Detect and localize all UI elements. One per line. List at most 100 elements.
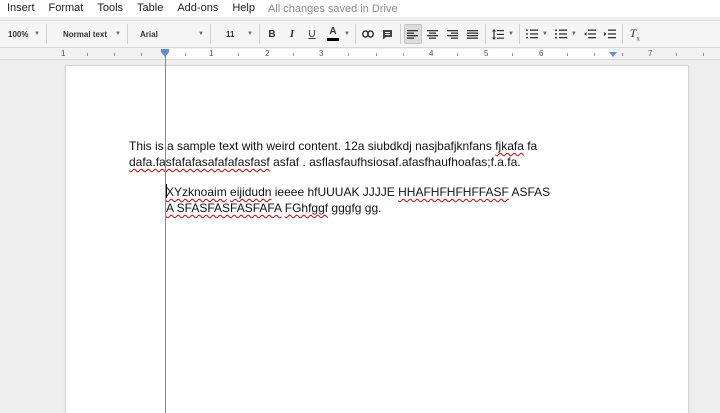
- bold-button[interactable]: B: [263, 24, 281, 44]
- ruler-number: 5: [484, 49, 489, 58]
- misspelled-word[interactable]: FGhfggf: [285, 201, 328, 215]
- text-cursor: [166, 184, 167, 198]
- separator: [354, 24, 356, 44]
- increase-indent-button[interactable]: [601, 24, 619, 44]
- misspelled-word[interactable]: XYzknoaim: [166, 185, 227, 199]
- paragraph-2-line-1[interactable]: XYzknoaim eijidudn ieeee hfUUUAK JJJJE H…: [166, 184, 550, 200]
- menu-table[interactable]: Table: [130, 0, 170, 17]
- justify-icon: [467, 29, 479, 39]
- text-run: asfaf . asflasfaufhsiosaf.afasfhaufhoafa…: [269, 155, 521, 169]
- align-center-icon: [427, 29, 439, 39]
- style-value: Normal text: [63, 29, 108, 39]
- zoom-select[interactable]: 100% ▼: [0, 23, 44, 45]
- separator: [484, 24, 486, 44]
- chevron-down-icon[interactable]: ▼: [542, 31, 548, 37]
- ruler-tick: [703, 53, 704, 56]
- numbered-list-button[interactable]: [523, 24, 541, 44]
- text-color-button[interactable]: A: [323, 24, 343, 44]
- line-spacing-icon: [491, 28, 504, 40]
- text-run: fa: [523, 139, 538, 153]
- align-left-button[interactable]: [403, 24, 422, 44]
- ruler-content-area: [163, 49, 613, 59]
- menu-bar: Insert Format Tools Table Add-ons Help A…: [0, 0, 720, 17]
- numbered-list-icon: [525, 29, 538, 39]
- ruler-tick: [376, 53, 377, 56]
- ruler-tick: [457, 53, 458, 56]
- save-status[interactable]: All changes saved in Drive: [268, 3, 398, 15]
- ruler-tick: [87, 53, 88, 56]
- chevron-down-icon[interactable]: ▼: [571, 31, 577, 37]
- ruler: 1 1 2 3 4 5 6 7: [0, 48, 720, 60]
- paragraph-1-line-2[interactable]: dafa.fasfafafasafafafasfasf asfaf . asfl…: [129, 154, 521, 170]
- menu-insert[interactable]: Insert: [0, 0, 42, 17]
- chevron-down-icon: ▼: [115, 31, 121, 37]
- separator: [210, 24, 211, 44]
- ruler-number: 4: [429, 49, 434, 58]
- chevron-down-icon[interactable]: ▼: [508, 31, 514, 37]
- ruler-tick: [238, 53, 239, 56]
- menu-tools[interactable]: Tools: [90, 0, 130, 17]
- menu-help[interactable]: Help: [225, 0, 262, 17]
- font-select[interactable]: Arial ▼: [130, 23, 208, 45]
- clear-formatting-button[interactable]: Tx: [626, 24, 644, 44]
- clear-formatting-icon: Tx: [629, 25, 640, 43]
- ruler-tick: [114, 53, 115, 56]
- chevron-down-icon: ▼: [247, 31, 253, 37]
- ruler-number: 1: [61, 49, 66, 58]
- toolbar: 100% ▼ Normal text ▼ Arial ▼ 11 ▼ B I U …: [0, 20, 720, 48]
- document-page[interactable]: This is a sample text with weird content…: [66, 66, 688, 413]
- text-run: gggfg gg.: [328, 201, 382, 215]
- font-size-value: 11: [226, 29, 235, 39]
- ruler-number: 6: [539, 49, 544, 58]
- line-spacing-button[interactable]: [489, 24, 507, 44]
- separator: [399, 24, 401, 44]
- comment-icon: [383, 29, 393, 39]
- align-center-button[interactable]: [424, 24, 442, 44]
- decrease-indent-button[interactable]: [581, 24, 599, 44]
- menu-addons[interactable]: Add-ons: [170, 0, 225, 17]
- ruler-number: 2: [265, 49, 270, 58]
- bulleted-list-button[interactable]: [552, 24, 570, 44]
- misspelled-word[interactable]: dafa.fasfafafasafafafasfasf: [129, 155, 270, 169]
- misspelled-word[interactable]: eijidudn: [230, 185, 271, 199]
- link-button[interactable]: [359, 24, 377, 44]
- misspelled-word[interactable]: fjkafa: [495, 139, 524, 153]
- font-size-select[interactable]: 11 ▼: [213, 23, 257, 45]
- chevron-down-icon[interactable]: ▼: [344, 31, 350, 37]
- comment-button[interactable]: [379, 24, 397, 44]
- misspelled-word[interactable]: HHAFHFHFHFFASF: [398, 185, 509, 199]
- link-icon: [361, 30, 374, 38]
- ruler-tick: [622, 53, 623, 56]
- align-right-button[interactable]: [444, 24, 462, 44]
- ruler-tick: [185, 53, 186, 56]
- ruler-tick: [348, 53, 349, 56]
- text-color-glyph: A: [329, 26, 337, 37]
- right-indent-handle[interactable]: [609, 52, 617, 57]
- decrease-indent-icon: [583, 29, 596, 39]
- style-select[interactable]: Normal text ▼: [49, 23, 125, 45]
- paragraph-1-line-1[interactable]: This is a sample text with weird content…: [129, 138, 537, 154]
- menu-format[interactable]: Format: [42, 0, 91, 17]
- chevron-down-icon: ▼: [198, 31, 204, 37]
- ruler-tick: [594, 53, 595, 56]
- ruler-tick: [512, 53, 513, 56]
- text-run: ieeee hfUUUAK JJJJE: [271, 185, 399, 199]
- increase-indent-icon: [603, 29, 616, 39]
- text-run: ASFAS: [508, 185, 551, 199]
- font-value: Arial: [140, 29, 158, 39]
- paragraph-2-line-2[interactable]: A SFASFASFASFAFA FGhfggf gggfg gg.: [166, 200, 381, 216]
- text-color-swatch: [327, 38, 339, 41]
- ruler-tick: [567, 53, 568, 56]
- align-left-icon: [407, 29, 419, 39]
- ruler-number: 3: [319, 49, 324, 58]
- italic-button[interactable]: I: [283, 24, 301, 44]
- justify-button[interactable]: [464, 24, 482, 44]
- separator: [259, 24, 260, 44]
- align-right-icon: [447, 29, 459, 39]
- ruler-number: 7: [648, 49, 653, 58]
- separator: [518, 24, 520, 44]
- underline-button[interactable]: U: [303, 24, 321, 44]
- bulleted-list-icon: [554, 29, 567, 39]
- misspelled-word[interactable]: A SFASFASFASFAFA: [166, 201, 281, 215]
- text-run: This is a sample text with weird content…: [129, 139, 496, 153]
